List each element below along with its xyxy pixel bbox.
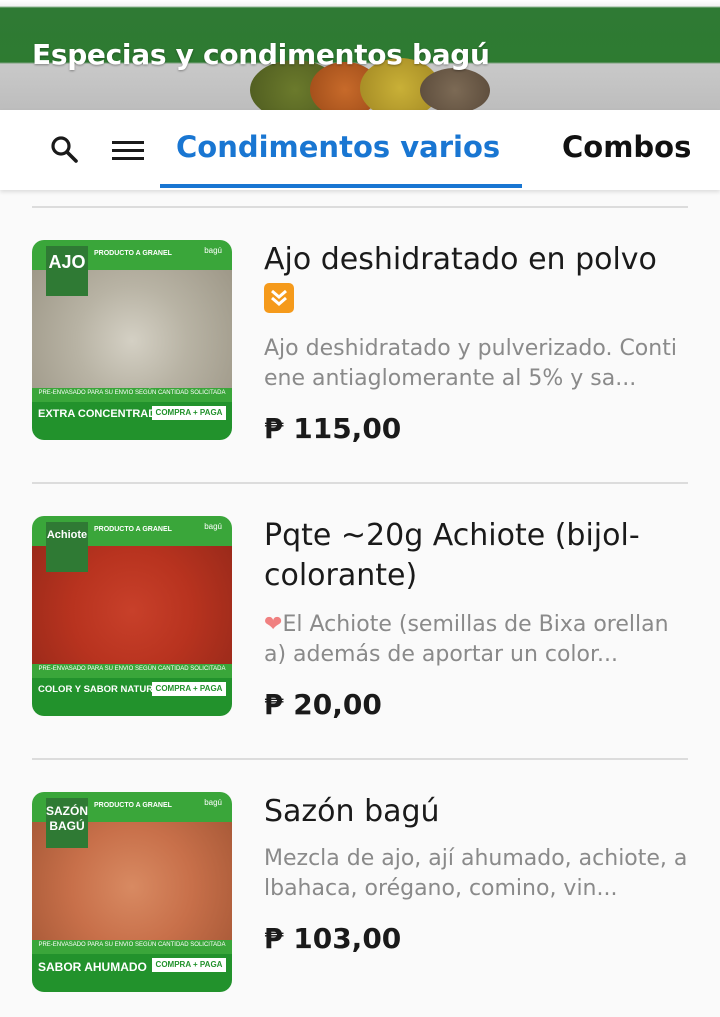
- double-down-arrow-icon: [264, 283, 294, 313]
- product-description: Ajo deshidratado y pulverizado. Contiene…: [264, 336, 677, 391]
- list-divider: [32, 206, 688, 208]
- list-divider: [32, 758, 688, 760]
- spice-bowl-image: [420, 68, 490, 110]
- product-image: AJO PRODUCTO A GRANEL bagú PRE-ENVASADO …: [32, 240, 232, 440]
- heart-icon: ❤: [264, 612, 283, 637]
- search-icon: [51, 136, 78, 163]
- product-price: ₱ 20,00: [264, 688, 382, 721]
- list-divider: [32, 482, 688, 484]
- product-name: Sazón bagú: [264, 794, 440, 829]
- product-description: ❤El Achiote (semillas de Bixa orellana) …: [264, 612, 669, 667]
- product-badge: Achiote: [46, 522, 88, 572]
- product-image: Achiote PRODUCTO A GRANEL bagú PRE-ENVAS…: [32, 516, 232, 716]
- category-tab-bar: Condimentos varios Combos: [0, 110, 720, 190]
- active-tab-indicator: [160, 184, 522, 188]
- product-name: Ajo deshidratado en polvo: [264, 240, 694, 320]
- product-name: Pqte ~20g Achiote (bijol-colorante): [264, 518, 640, 593]
- header-banner: Especias y condimentos bagú: [0, 0, 720, 110]
- product-price: ₱ 103,00: [264, 922, 402, 955]
- search-button[interactable]: [46, 132, 82, 168]
- product-badge: AJO: [46, 246, 88, 296]
- tab-combos[interactable]: Combos: [562, 130, 691, 164]
- menu-button[interactable]: [110, 132, 146, 168]
- product-description: Mezcla de ajo, ají ahumado, achiote, alb…: [264, 846, 688, 901]
- store-title: Especias y condimentos bagú: [32, 38, 490, 71]
- product-badge: SAZÓN BAGÚ: [46, 798, 88, 848]
- product-image: SAZÓN BAGÚ PRODUCTO A GRANEL bagú PRE-EN…: [32, 792, 232, 992]
- tab-condimentos-varios[interactable]: Condimentos varios: [176, 130, 500, 164]
- product-price: ₱ 115,00: [264, 412, 402, 445]
- menu-icon: [112, 141, 144, 160]
